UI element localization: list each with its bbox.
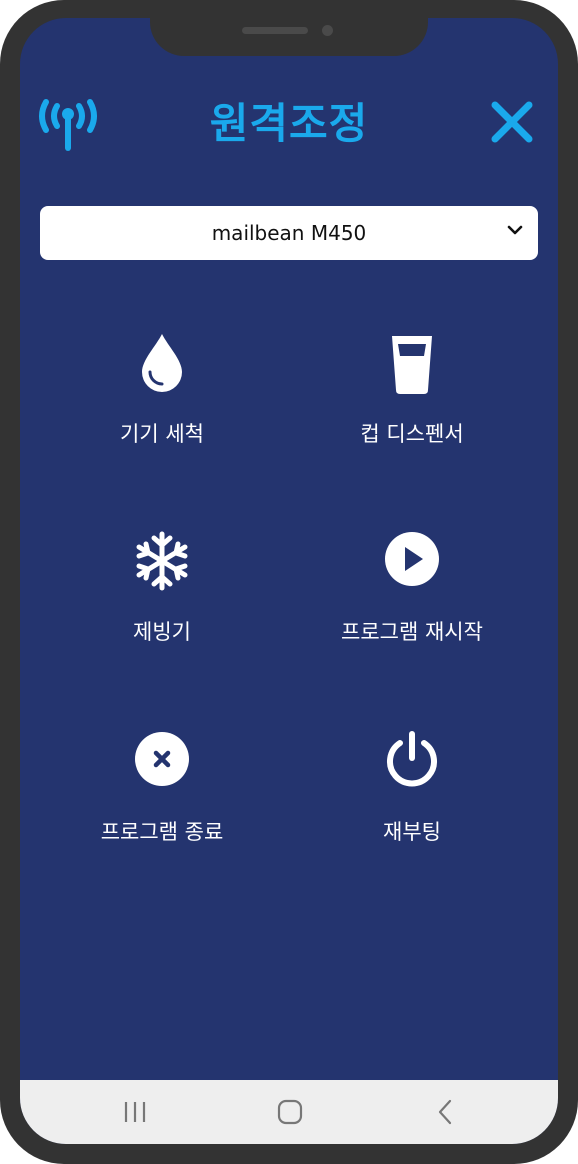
action-label: 재부팅 [383,820,441,844]
action-cup-dispenser[interactable]: 컵 디스펜서 [302,332,522,472]
cup-icon [388,332,436,400]
play-circle-icon [383,530,441,592]
chevron-down-icon [507,225,523,235]
speaker-grille [242,27,308,34]
recent-apps-icon[interactable] [122,1098,148,1130]
power-icon [383,730,441,792]
action-label: 컵 디스펜서 [360,422,464,446]
action-label: 기기 세척 [120,422,204,446]
system-navbar [20,1080,558,1144]
action-reboot[interactable]: 재부팅 [302,730,522,870]
action-ice-maker[interactable]: 제빙기 [52,530,272,670]
phone-frame: 원격조정 mailbean M450 기기 세척 컵 디스펜서 제빙기 프로그램… [0,0,578,1164]
close-icon[interactable] [490,100,534,148]
page-title: 원격조정 [209,99,369,148]
app-screen: 원격조정 mailbean M450 기기 세척 컵 디스펜서 제빙기 프로그램… [20,18,558,1144]
close-circle-icon [133,730,191,792]
action-device-clean[interactable]: 기기 세척 [52,332,272,472]
front-camera [322,25,333,36]
phone-notch [150,18,428,56]
snowflake-icon [133,530,191,596]
water-drop-icon [134,332,190,400]
device-select-value: mailbean M450 [211,221,367,245]
action-label: 프로그램 재시작 [341,620,483,644]
action-program-restart[interactable]: 프로그램 재시작 [302,530,522,670]
device-select[interactable]: mailbean M450 [40,206,538,260]
back-icon[interactable] [434,1098,456,1130]
home-icon[interactable] [276,1098,304,1130]
action-program-exit[interactable]: 프로그램 종료 [52,730,272,870]
action-label: 프로그램 종료 [100,820,224,844]
action-label: 제빙기 [133,620,191,644]
